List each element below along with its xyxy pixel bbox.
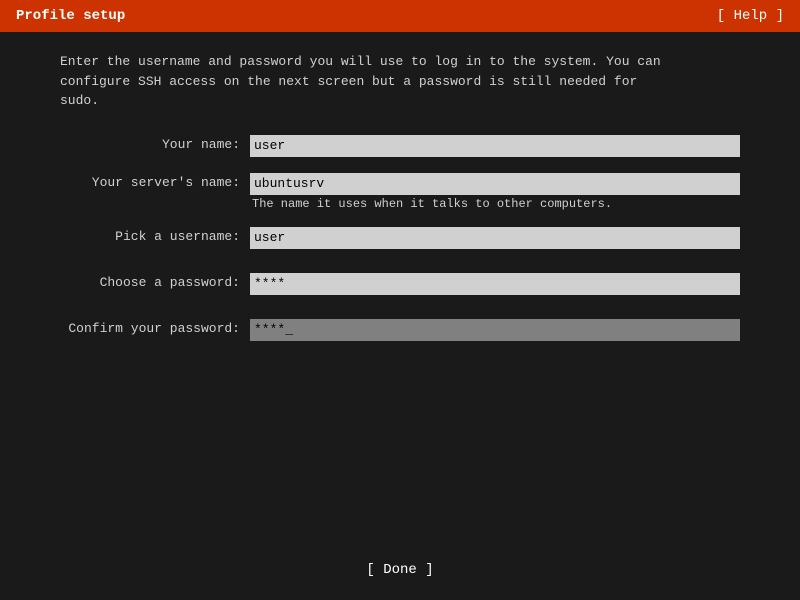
- server-name-hint: The name it uses when it talks to other …: [250, 197, 740, 211]
- confirm-password-input[interactable]: [250, 319, 740, 341]
- confirm-password-label: Confirm your password:: [60, 319, 250, 336]
- confirm-password-field-wrapper: [250, 319, 740, 341]
- username-field-wrapper: [250, 227, 740, 249]
- password-label: Choose a password:: [60, 273, 250, 290]
- server-name-row: Your server's name: The name it uses whe…: [60, 173, 740, 211]
- app: Profile setup [ Help ] Enter the usernam…: [0, 0, 800, 600]
- description-text: Enter the username and password you will…: [60, 52, 740, 111]
- description-line: Enter the username and password you will…: [60, 54, 661, 108]
- footer: [ Done ]: [0, 540, 800, 600]
- server-name-input[interactable]: [250, 173, 740, 195]
- page-title: Profile setup: [16, 8, 125, 24]
- main-content: Enter the username and password you will…: [0, 32, 800, 540]
- your-name-label: Your name:: [60, 135, 250, 152]
- your-name-field-wrapper: [250, 135, 740, 157]
- your-name-input[interactable]: [250, 135, 740, 157]
- username-label: Pick a username:: [60, 227, 250, 244]
- titlebar: Profile setup [ Help ]: [0, 0, 800, 32]
- server-name-label: Your server's name:: [60, 173, 250, 190]
- password-row: Choose a password:: [60, 273, 740, 295]
- password-field-wrapper: [250, 273, 740, 295]
- server-name-field-wrapper: The name it uses when it talks to other …: [250, 173, 740, 211]
- username-row: Pick a username:: [60, 227, 740, 249]
- help-button[interactable]: [ Help ]: [717, 8, 784, 24]
- confirm-password-row: Confirm your password:: [60, 319, 740, 341]
- done-button[interactable]: [ Done ]: [366, 562, 433, 578]
- your-name-row: Your name:: [60, 135, 740, 157]
- password-input[interactable]: [250, 273, 740, 295]
- username-input[interactable]: [250, 227, 740, 249]
